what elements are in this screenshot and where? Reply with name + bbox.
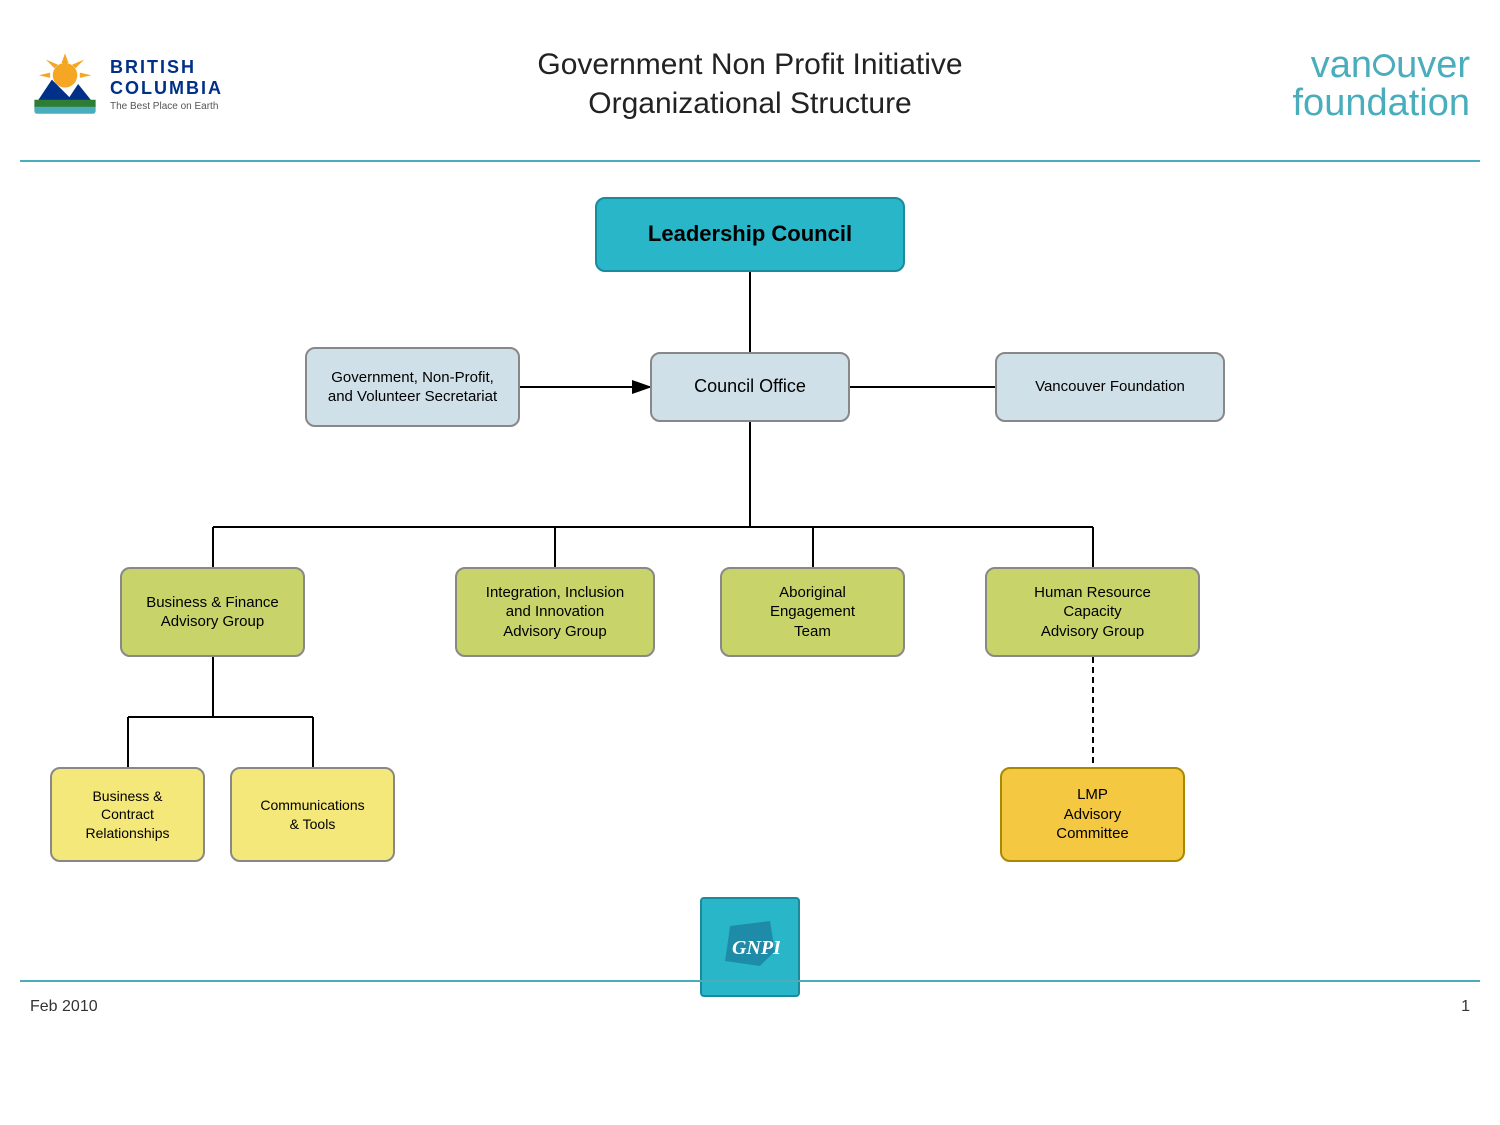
header: BRITISH COLUMBIA The Best Place on Earth… [0,0,1500,160]
bfag-node: Business & FinanceAdvisory Group [120,567,305,657]
leadership-council-node: Leadership Council [595,197,905,272]
govt-secretariat-label: Government, Non-Profit,and Volunteer Sec… [328,368,497,407]
title-line2: Organizational Structure [588,87,912,120]
bfag-label: Business & FinanceAdvisory Group [146,593,279,632]
footer-rule-left [20,980,820,982]
lmp-node: LMPAdvisoryCommittee [1000,767,1185,862]
hrcag-label: Human ResourceCapacityAdvisory Group [1034,583,1151,642]
title-line1: Government Non Profit Initiative [537,48,962,81]
vancouver-foundation-logo: vanuver foundation [1250,46,1470,122]
gnpi-logo-text: GNPI [720,916,780,977]
aet-label: AboriginalEngagementTeam [770,583,855,642]
gnpi-map-icon: GNPI [720,916,780,971]
svg-text:GNPI: GNPI [732,937,780,959]
vf-foundation-text: foundation [1250,84,1470,122]
gnpi-logo: GNPI [700,897,800,997]
comm-tools-node: Communications& Tools [230,767,395,862]
bcr-node: Business &ContractRelationships [50,767,205,862]
bc-logo-text: BRITISH COLUMBIA The Best Place on Earth [110,57,223,112]
footer-date: Feb 2010 [30,998,98,1016]
comm-tools-label: Communications& Tools [260,796,364,832]
iiag-label: Integration, Inclusionand InnovationAdvi… [486,583,624,642]
bc-logo: BRITISH COLUMBIA The Best Place on Earth [30,49,250,119]
govt-secretariat-node: Government, Non-Profit,and Volunteer Sec… [305,347,520,427]
lmp-label: LMPAdvisoryCommittee [1056,785,1129,844]
bc-british: BRITISH [110,57,223,78]
vf-circle-o-icon [1373,54,1395,76]
footer-page: 1 [1461,998,1470,1016]
iiag-node: Integration, Inclusionand InnovationAdvi… [455,567,655,657]
bcr-label: Business &ContractRelationships [85,787,169,842]
vancouver-foundation-node: Vancouver Foundation [995,352,1225,422]
footer-rule-right [820,980,1480,982]
aet-node: AboriginalEngagementTeam [720,567,905,657]
council-office-node: Council Office [650,352,850,422]
leadership-council-label: Leadership Council [648,220,852,249]
page-title: Government Non Profit Initiative Organiz… [250,45,1250,123]
bc-columbia: COLUMBIA [110,78,223,99]
council-office-label: Council Office [694,375,806,398]
bc-emblem-icon [30,49,100,119]
org-chart: Leadership Council Council Office Govern… [0,167,1500,1037]
hrcag-node: Human ResourceCapacityAdvisory Group [985,567,1200,657]
bc-tagline: The Best Place on Earth [110,101,223,112]
vancouver-foundation-label: Vancouver Foundation [1035,377,1185,397]
vf-logo-text: vanuver foundation [1250,46,1470,122]
header-rule [20,160,1480,162]
